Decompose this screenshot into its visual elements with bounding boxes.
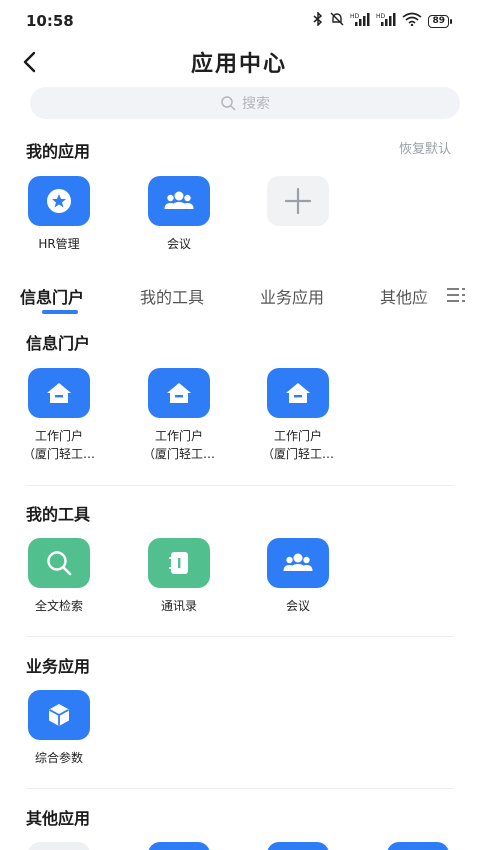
app-icon-tile-partial[interactable] — [28, 842, 90, 850]
signal-icon-1: HD — [350, 12, 370, 30]
nav-bar: 应用中心 — [0, 42, 478, 82]
app-list-content: 信息门户 工作门户 （厦门轻工… 工作门户 （厦门轻工… 工作门户 （厦门轻工…… — [0, 316, 478, 850]
app-work-portal[interactable]: 工作门户 （厦门轻工… — [14, 368, 104, 463]
app-label-line1: 工作门户 — [273, 429, 322, 443]
app-label: 会议 — [166, 237, 191, 251]
tab-my-tools[interactable]: 我的工具 — [140, 284, 204, 308]
signal-icon-2: HD — [376, 12, 396, 30]
my-apps-title: 我的应用 — [26, 142, 91, 161]
app-label: 通讯录 — [160, 599, 197, 613]
wifi-icon — [402, 12, 422, 30]
app-label: 综合参数 — [34, 751, 83, 765]
app-icon-tile — [267, 176, 329, 226]
chevron-left-icon — [23, 51, 36, 73]
app-contacts[interactable]: 通讯录 — [134, 538, 224, 615]
hd-text: HD — [350, 13, 360, 20]
section-divider — [26, 636, 454, 637]
tab-info-portal[interactable]: 信息门户 — [20, 284, 84, 308]
section-divider — [26, 485, 454, 486]
app-meeting[interactable]: 会议 — [253, 538, 343, 615]
app-icon-tile — [28, 176, 90, 226]
home-icon — [47, 383, 71, 403]
tabs-menu-button[interactable] — [446, 286, 466, 304]
battery-level: 89 — [428, 14, 449, 28]
home-icon — [167, 383, 191, 403]
search-placeholder: 搜索 — [242, 96, 270, 112]
app-label-line2: （厦门轻工… — [22, 447, 95, 461]
category-tabs: 信息门户 我的工具 业务应用 其他应 — [0, 274, 478, 316]
app-icon-tile — [148, 538, 210, 588]
status-icons: HD HD 89 — [312, 11, 452, 30]
section-title-info-portal: 信息门户 — [26, 334, 91, 353]
menu-list-icon — [447, 288, 465, 302]
app-icon-tile-partial[interactable] — [148, 842, 210, 850]
app-icon-tile-partial[interactable] — [267, 842, 329, 850]
back-button[interactable] — [12, 44, 48, 80]
mute-bell-icon — [330, 12, 344, 30]
people-group-icon — [164, 191, 194, 212]
add-app-button[interactable] — [253, 176, 343, 235]
app-icon-tile — [28, 368, 90, 418]
hd-text: HD — [376, 13, 386, 20]
reset-default-button[interactable]: 恢复默认 — [399, 138, 451, 157]
app-icon-tile-partial[interactable] — [387, 842, 449, 850]
app-label: 全文检索 — [34, 599, 83, 613]
search-area: 搜索 — [0, 82, 478, 124]
status-bar: 10:58 HD HD 89 — [0, 0, 478, 42]
app-hr-management[interactable]: HR管理 — [14, 176, 104, 253]
tab-business-apps[interactable]: 业务应用 — [260, 284, 324, 308]
search-icon — [221, 96, 236, 111]
app-label-line1: 工作门户 — [34, 429, 83, 443]
section-title-business-apps: 业务应用 — [26, 657, 91, 676]
search-icon — [47, 551, 72, 576]
app-icon-tile — [267, 368, 329, 418]
status-time: 10:58 — [26, 12, 74, 30]
app-work-portal[interactable]: 工作门户 （厦门轻工… — [134, 368, 224, 463]
app-label: 会议 — [285, 599, 310, 613]
plus-icon — [284, 187, 312, 215]
section-divider — [26, 788, 454, 789]
app-general-params[interactable]: 综合参数 — [14, 690, 104, 767]
app-meeting[interactable]: 会议 — [134, 176, 224, 253]
app-label-line2: （厦门轻工… — [142, 447, 215, 461]
cube-icon — [49, 704, 69, 726]
home-icon — [286, 383, 310, 403]
battery-icon: 89 — [428, 14, 452, 28]
app-icon-tile — [28, 690, 90, 740]
app-icon-tile — [267, 538, 329, 588]
contacts-book-icon — [169, 552, 188, 574]
app-icon-tile — [148, 176, 210, 226]
star-badge-icon — [47, 189, 71, 213]
app-label-line1: 工作门户 — [154, 429, 203, 443]
app-work-portal[interactable]: 工作门户 （厦门轻工… — [253, 368, 343, 463]
section-title-my-tools: 我的工具 — [26, 505, 91, 524]
section-title-other-apps: 其他应用 — [26, 809, 91, 828]
app-icon-tile — [148, 368, 210, 418]
active-tab-indicator — [42, 310, 78, 314]
search-input[interactable]: 搜索 — [30, 87, 460, 119]
app-label-line2: （厦门轻工… — [261, 447, 334, 461]
app-label: HR管理 — [38, 237, 80, 251]
app-fulltext-search[interactable]: 全文检索 — [14, 538, 104, 615]
page-title: 应用中心 — [190, 52, 287, 77]
my-apps-section: 我的应用 恢复默认 HR管理 会议 — [0, 124, 478, 274]
people-group-icon — [283, 553, 313, 574]
app-icon-tile — [28, 538, 90, 588]
bluetooth-icon — [312, 11, 324, 30]
